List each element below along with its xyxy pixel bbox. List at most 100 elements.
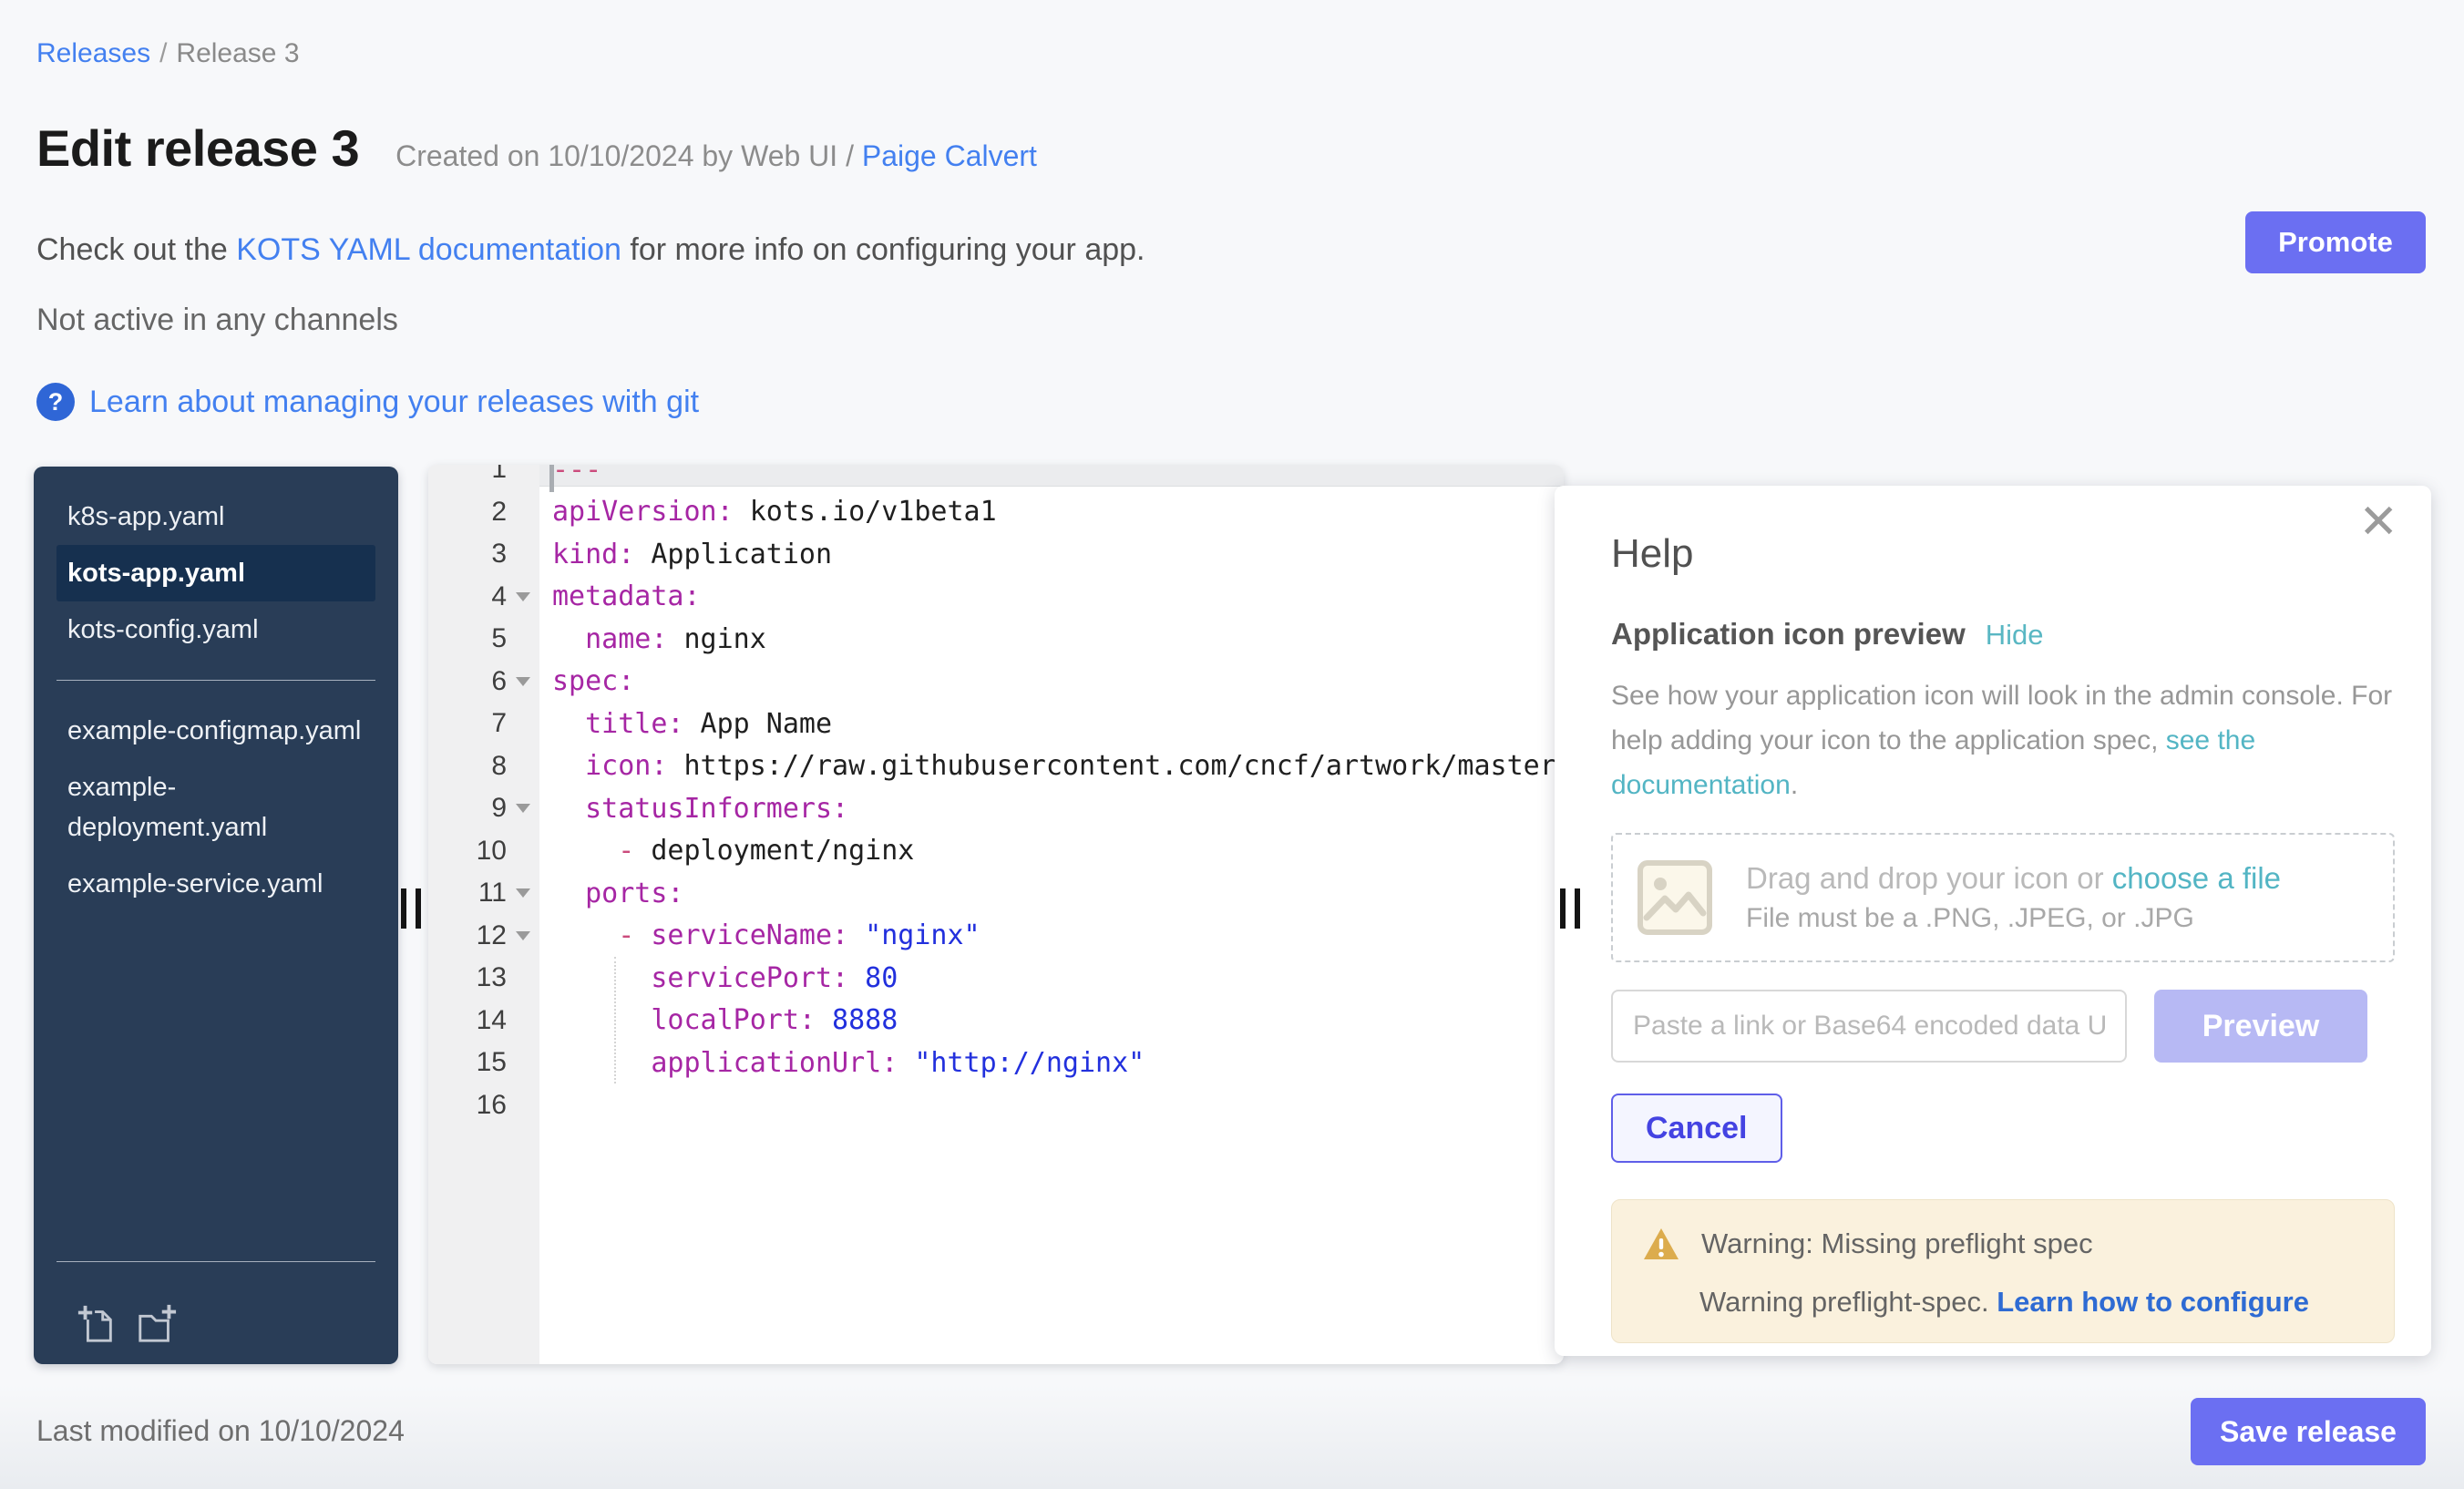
code-line[interactable]: 4metadata: xyxy=(428,576,1564,619)
file-item-example-deployment[interactable]: example-deployment.yaml xyxy=(56,759,375,856)
dropzone-prefix: Drag and drop your icon or xyxy=(1746,861,2112,895)
breadcrumb-current: Release 3 xyxy=(176,38,299,68)
code-line[interactable]: 2apiVersion: kots.io/v1beta1 xyxy=(428,491,1564,534)
code-line[interactable]: 1--- xyxy=(428,465,1564,491)
resize-bar xyxy=(1560,888,1566,929)
yaml-code-editor[interactable]: 1--- 2apiVersion: kots.io/v1beta1 3kind:… xyxy=(428,465,1564,1364)
warning-row: Warning: Missing preflight spec xyxy=(1643,1227,2363,1260)
paste-row: Preview xyxy=(1611,990,2395,1063)
kots-yaml-doc-link[interactable]: KOTS YAML documentation xyxy=(236,232,621,267)
line-number: 14 xyxy=(428,1005,507,1036)
code-line[interactable]: 8 icon: https://raw.githubusercontent.co… xyxy=(428,745,1564,788)
code-line[interactable]: 9 statusInformers: xyxy=(428,787,1564,830)
dropzone-text: Drag and drop your icon or choose a file… xyxy=(1746,861,2281,934)
resize-bar xyxy=(1575,888,1580,929)
line-number: 13 xyxy=(428,962,507,993)
resize-bar xyxy=(401,888,406,929)
close-icon[interactable]: ✕ xyxy=(2358,498,2398,546)
hide-link[interactable]: Hide xyxy=(1986,619,2044,652)
doc-row: Check out the KOTS YAML documentation fo… xyxy=(36,232,1145,268)
file-group-divider xyxy=(56,680,375,681)
icon-url-input[interactable] xyxy=(1611,990,2127,1063)
icon-preview-title: Application icon preview xyxy=(1611,617,1966,652)
add-folder-icon[interactable] xyxy=(136,1302,178,1344)
workspace: k8s-app.yaml kots-app.yaml kots-config.y… xyxy=(0,465,2464,1364)
line-number: 2 xyxy=(428,497,507,528)
page-title: Edit release 3 xyxy=(36,118,359,178)
warning-detail-text: Warning preflight-spec. xyxy=(1699,1286,1997,1318)
title-row: Edit release 3 Created on 10/10/2024 by … xyxy=(36,118,1037,178)
icon-dropzone[interactable]: Drag and drop your icon or choose a file… xyxy=(1611,833,2395,962)
breadcrumb: Releases/Release 3 xyxy=(36,38,300,69)
code-line[interactable]: 14 localPort: 8888 xyxy=(428,1000,1564,1042)
help-description-text: See how your application icon will look … xyxy=(1611,681,2392,755)
code-line[interactable]: 3kind: Application xyxy=(428,533,1564,576)
created-author-link[interactable]: Paige Calvert xyxy=(862,139,1037,172)
line-number: 8 xyxy=(428,751,507,782)
promote-button[interactable]: Promote xyxy=(2245,211,2426,273)
line-number: 1 xyxy=(428,465,507,485)
help-panel: ✕ Help Application icon preview Hide See… xyxy=(1555,486,2431,1356)
file-item-example-service[interactable]: example-service.yaml xyxy=(56,856,375,912)
file-item-k8s-app[interactable]: k8s-app.yaml xyxy=(56,488,375,545)
question-icon: ? xyxy=(36,383,75,421)
add-file-icon[interactable] xyxy=(76,1302,118,1344)
created-text: Created on 10/10/2024 by Web UI / xyxy=(395,139,854,172)
doc-prefix: Check out the xyxy=(36,232,236,267)
preflight-warning-box: Warning: Missing preflight spec Warning … xyxy=(1611,1199,2395,1343)
line-number: 11 xyxy=(428,878,507,909)
breadcrumb-releases-link[interactable]: Releases xyxy=(36,38,150,68)
line-number: 5 xyxy=(428,623,507,654)
learn-configure-link[interactable]: Learn how to configure xyxy=(1997,1286,2309,1318)
file-tree-sidebar: k8s-app.yaml kots-app.yaml kots-config.y… xyxy=(34,467,398,1364)
line-number: 16 xyxy=(428,1090,507,1121)
tree-bottom-divider xyxy=(56,1261,375,1262)
warning-title: Warning: Missing preflight spec xyxy=(1701,1227,2093,1260)
code-line[interactable]: 10 - deployment/nginx xyxy=(428,830,1564,873)
sidebar-resize-handle[interactable] xyxy=(401,888,421,929)
code-lines: 1--- 2apiVersion: kots.io/v1beta1 3kind:… xyxy=(428,465,1564,1126)
line-number: 6 xyxy=(428,666,507,697)
cancel-button[interactable]: Cancel xyxy=(1611,1094,1782,1163)
release-editor-page: Releases/Release 3 Edit release 3 Create… xyxy=(0,0,2464,1489)
indent-guide xyxy=(614,957,616,1083)
save-release-button[interactable]: Save release xyxy=(2191,1398,2426,1465)
code-line[interactable]: 5 name: nginx xyxy=(428,618,1564,661)
line-number: 10 xyxy=(428,836,507,867)
help-title: Help xyxy=(1611,531,2395,577)
fold-icon[interactable] xyxy=(516,931,530,940)
file-item-example-configmap[interactable]: example-configmap.yaml xyxy=(56,703,375,759)
help-description-period: . xyxy=(1791,770,1798,800)
file-item-kots-config[interactable]: kots-config.yaml xyxy=(56,601,375,658)
fold-icon[interactable] xyxy=(516,592,530,601)
doc-suffix: for more info on configuring your app. xyxy=(621,232,1145,267)
code-line[interactable]: 16 xyxy=(428,1084,1564,1127)
code-line[interactable]: 7 title: App Name xyxy=(428,703,1564,745)
git-releases-link[interactable]: Learn about managing your releases with … xyxy=(89,385,699,420)
help-section-row: Application icon preview Hide xyxy=(1611,617,2395,652)
fold-icon[interactable] xyxy=(516,804,530,813)
choose-file-link[interactable]: choose a file xyxy=(2112,861,2281,895)
file-list-examples: example-configmap.yaml example-deploymen… xyxy=(34,703,398,912)
code-line[interactable]: 13 servicePort: 80 xyxy=(428,957,1564,1000)
line-number: 15 xyxy=(428,1047,507,1078)
channel-status: Not active in any channels xyxy=(36,303,398,338)
fold-icon[interactable] xyxy=(516,677,530,686)
dropzone-hint: File must be a .PNG, .JPEG, or .JPG xyxy=(1746,903,2281,934)
warning-triangle-icon xyxy=(1643,1227,1679,1260)
help-resize-handle[interactable] xyxy=(1560,888,1580,929)
tree-actions xyxy=(34,1284,398,1364)
code-line[interactable]: 12 - serviceName: "nginx" xyxy=(428,915,1564,958)
git-help-row: ? Learn about managing your releases wit… xyxy=(36,383,699,421)
fold-icon[interactable] xyxy=(516,888,530,898)
preview-button[interactable]: Preview xyxy=(2154,990,2367,1063)
breadcrumb-separator: / xyxy=(150,38,176,68)
last-modified-text: Last modified on 10/10/2024 xyxy=(36,1414,405,1448)
file-item-kots-app-selected[interactable]: kots-app.yaml xyxy=(56,545,375,601)
image-placeholder-icon xyxy=(1635,857,1715,938)
resize-bar xyxy=(416,888,421,929)
line-number: 4 xyxy=(428,581,507,612)
code-line[interactable]: 15 applicationUrl: "http://nginx" xyxy=(428,1042,1564,1084)
code-line[interactable]: 11 ports: xyxy=(428,872,1564,915)
code-line[interactable]: 6spec: xyxy=(428,661,1564,703)
